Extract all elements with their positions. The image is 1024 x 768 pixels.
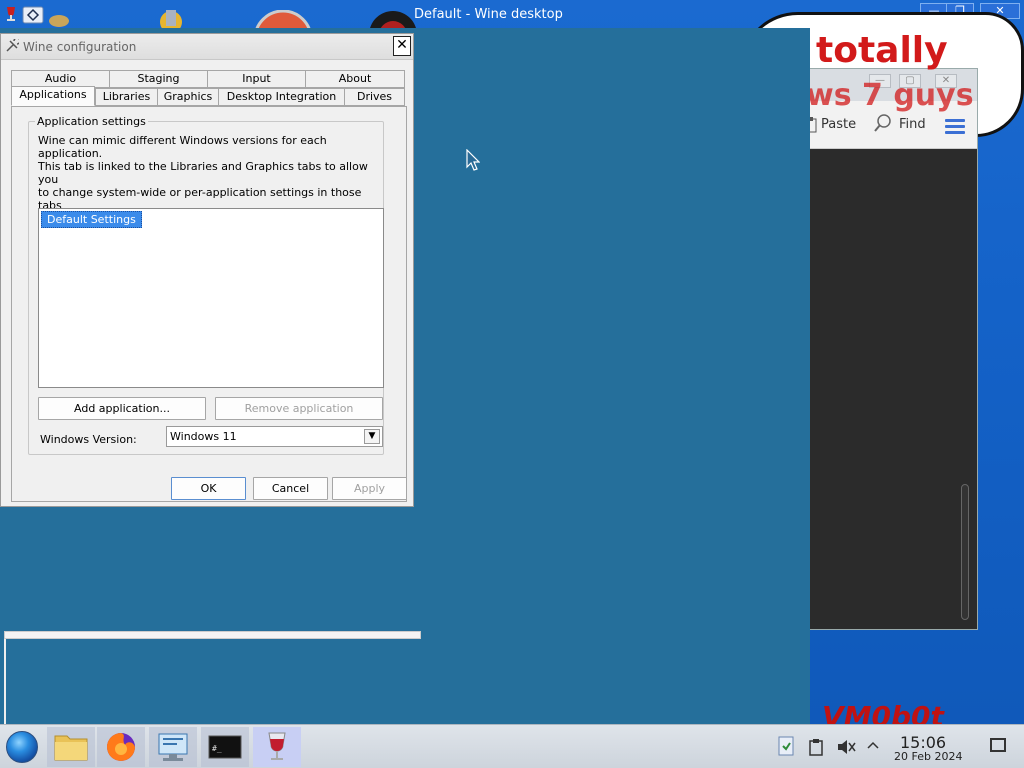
list-item[interactable]: Default Settings bbox=[41, 211, 142, 228]
editor-scrollbar[interactable] bbox=[961, 484, 969, 620]
taskbar-wine[interactable] bbox=[253, 727, 301, 767]
tab-desktop-integration[interactable]: Desktop Integration bbox=[218, 88, 345, 106]
wine-config-close-button[interactable]: ✕ bbox=[393, 36, 411, 56]
windows-version-label: Windows Version: bbox=[40, 433, 137, 446]
svg-text:#_: #_ bbox=[212, 744, 222, 753]
chevron-down-icon[interactable]: ▼ bbox=[364, 429, 380, 444]
volume-muted-icon[interactable] bbox=[836, 738, 856, 760]
group-label: Application settings bbox=[35, 115, 148, 128]
application-list[interactable]: Default Settings bbox=[38, 208, 384, 388]
taskbar-network-settings[interactable] bbox=[149, 727, 197, 767]
taskbar-terminal[interactable]: #_ bbox=[201, 727, 249, 767]
firefox-icon bbox=[97, 733, 145, 768]
tab-applications[interactable]: Applications bbox=[11, 86, 95, 106]
windows-version-value: Windows 11 bbox=[170, 430, 237, 443]
show-desktop-icon[interactable] bbox=[990, 738, 1006, 752]
wine-config-titlebar[interactable]: Wine configuration ✕ bbox=[1, 34, 413, 60]
wine-configuration-window[interactable]: Wine configuration ✕ Audio Staging Input… bbox=[0, 33, 414, 507]
offscreen-window-edge[interactable] bbox=[4, 631, 421, 639]
windows-version-select[interactable]: Windows 11 ▼ bbox=[166, 426, 383, 447]
remove-application-button[interactable]: Remove application bbox=[215, 397, 383, 420]
find-button[interactable]: Find bbox=[899, 117, 926, 132]
tab-input[interactable]: Input bbox=[207, 70, 306, 88]
terminal-icon: #_ bbox=[201, 735, 249, 768]
tools-icon bbox=[5, 37, 21, 56]
chevron-up-icon[interactable] bbox=[866, 739, 880, 755]
wine-glass-icon bbox=[4, 6, 18, 25]
tab-graphics[interactable]: Graphics bbox=[157, 88, 219, 106]
tab-libraries[interactable]: Libraries bbox=[95, 88, 158, 106]
offscreen-window-edge-left bbox=[4, 639, 6, 724]
apply-button[interactable]: Apply bbox=[332, 477, 407, 500]
text-editor-window[interactable]: — ▢ ✕ Paste Find bbox=[805, 68, 978, 630]
folder-icon bbox=[47, 735, 95, 768]
tab-staging[interactable]: Staging bbox=[109, 70, 208, 88]
find-icon[interactable] bbox=[873, 113, 893, 137]
ok-button[interactable]: OK bbox=[171, 477, 246, 500]
taskbar-file-manager[interactable] bbox=[47, 727, 95, 767]
paste-button[interactable]: Paste bbox=[821, 117, 856, 132]
taskbar: #_ 15:06 20 Feb 2024 bbox=[0, 724, 1024, 768]
mouse-cursor-icon bbox=[466, 148, 481, 174]
wine-glass-icon bbox=[253, 732, 301, 768]
cancel-button[interactable]: Cancel bbox=[253, 477, 328, 500]
host-window-title: Default - Wine desktop bbox=[414, 7, 563, 22]
tab-about[interactable]: About bbox=[305, 70, 405, 88]
applications-tab-panel: Application settings Wine can mimic diff… bbox=[11, 106, 407, 502]
clipboard-icon[interactable] bbox=[808, 738, 824, 760]
start-menu-icon[interactable] bbox=[6, 731, 38, 763]
network-icon bbox=[149, 733, 197, 768]
bubble-text-line2: ws 7 guys bbox=[806, 78, 974, 113]
wine-config-title: Wine configuration bbox=[23, 40, 137, 54]
window-menu-icon[interactable] bbox=[22, 6, 44, 27]
bubble-text-line1: totally bbox=[816, 30, 948, 71]
updates-icon[interactable] bbox=[778, 736, 794, 760]
hamburger-menu-icon[interactable] bbox=[945, 119, 965, 137]
clock-date[interactable]: 20 Feb 2024 bbox=[894, 750, 962, 763]
add-application-button[interactable]: Add application... bbox=[38, 397, 206, 420]
application-settings-group: Application settings Wine can mimic diff… bbox=[28, 115, 384, 455]
taskbar-firefox[interactable] bbox=[97, 727, 145, 767]
tab-drives[interactable]: Drives bbox=[344, 88, 405, 106]
